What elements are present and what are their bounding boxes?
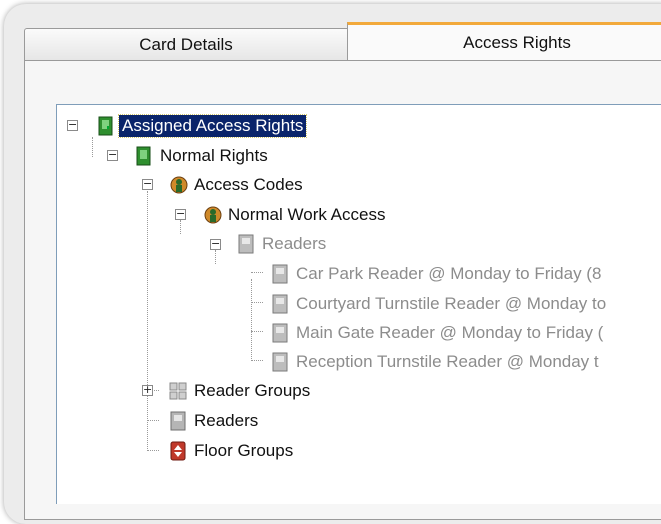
tree-node-normal-rights[interactable]: Normal Rights (135, 144, 271, 168)
tree-line (251, 302, 263, 303)
tree-node-label: Car Park Reader @ Monday to Friday (8 (296, 264, 602, 283)
tree-line (251, 331, 263, 332)
card-reader-icon (169, 411, 187, 431)
tree-line (251, 279, 252, 361)
tree-line (147, 450, 159, 451)
tree-node-label: Normal Work Access (228, 205, 386, 224)
tree-node-label: Reception Turnstile Reader @ Monday t (296, 352, 599, 371)
tree-node-reader-item[interactable]: Reception Turnstile Reader @ Monday t (271, 350, 602, 374)
tab-access-rights[interactable]: Access Rights (347, 22, 661, 60)
tree-node-label: Access Codes (194, 175, 303, 194)
tree-node-label: Courtyard Turnstile Reader @ Monday to (296, 294, 607, 313)
green-door-icon (97, 116, 115, 136)
card-reader-icon (271, 352, 289, 372)
expand-toggle[interactable]: + (142, 384, 153, 396)
tree-node-root[interactable]: Assigned Access Rights (97, 114, 308, 138)
tree-node-floor-groups[interactable]: Floor Groups (169, 439, 296, 463)
tree-node-readers-group[interactable]: Readers (237, 232, 329, 256)
tab-card-details[interactable]: Card Details (24, 28, 348, 60)
tab-strip: Card Details Access Rights (24, 22, 661, 62)
tree-node-reader-item[interactable]: Car Park Reader @ Monday to Friday (8 (271, 262, 604, 286)
tree-node-label: Readers (262, 234, 327, 253)
collapse-toggle[interactable]: − (67, 119, 78, 131)
tree-node-normal-work-access[interactable]: Normal Work Access (203, 203, 388, 227)
elevator-icon (169, 441, 187, 461)
collapse-toggle[interactable]: − (175, 208, 186, 220)
grid-group-icon (169, 381, 187, 401)
tree-line (92, 137, 93, 157)
tree-node-label: Normal Rights (160, 146, 268, 165)
collapse-toggle[interactable]: − (142, 178, 153, 190)
tree-node-label: Assigned Access Rights (117, 114, 308, 138)
green-door-icon (135, 146, 153, 166)
card-reader-icon (237, 234, 255, 254)
tree-node-reader-groups[interactable]: Reader Groups (169, 379, 313, 403)
tree-node-readers[interactable]: Readers (169, 409, 261, 433)
tree-node-reader-item[interactable]: Main Gate Reader @ Monday to Friday ( (271, 321, 606, 345)
card-reader-icon (271, 264, 289, 284)
tree-node-reader-item[interactable]: Courtyard Turnstile Reader @ Monday to (271, 292, 609, 316)
collapse-toggle[interactable]: − (210, 238, 221, 250)
tree-line (147, 191, 148, 451)
globe-person-icon (203, 205, 222, 225)
tree-line (147, 420, 159, 421)
tree-line (215, 250, 216, 264)
tree-node-access-codes[interactable]: Access Codes (169, 173, 306, 197)
tree-node-label: Main Gate Reader @ Monday to Friday ( (296, 323, 604, 342)
tree-node-label: Readers (194, 411, 259, 430)
collapse-toggle[interactable]: − (107, 149, 118, 161)
card-reader-icon (271, 323, 289, 343)
card-reader-icon (271, 294, 289, 314)
globe-person-icon (169, 175, 188, 195)
tree-node-label: Reader Groups (194, 381, 311, 400)
tree-node-label: Floor Groups (194, 441, 294, 460)
access-rights-tree[interactable]: − Assigned Access Rights − Normal Rights… (56, 104, 661, 504)
tree-line (251, 272, 263, 273)
tree-line (180, 220, 181, 234)
tree-line (251, 360, 263, 361)
